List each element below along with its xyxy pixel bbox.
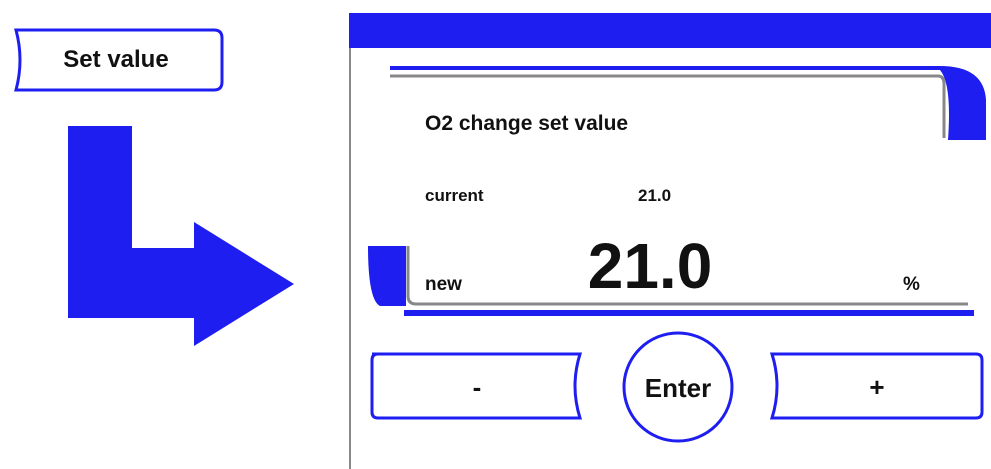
new-value-display[interactable]: 21.0 [540, 228, 760, 304]
current-label: current [425, 186, 484, 205]
enter-button[interactable]: Enter [623, 333, 733, 443]
screen-title: O2 change set value [425, 112, 629, 135]
new-label: new [425, 274, 462, 295]
plus-button[interactable]: + [772, 356, 982, 418]
unit-label: % [903, 274, 920, 295]
minus-button[interactable]: - [372, 356, 582, 418]
current-value: 21.0 [638, 186, 672, 205]
